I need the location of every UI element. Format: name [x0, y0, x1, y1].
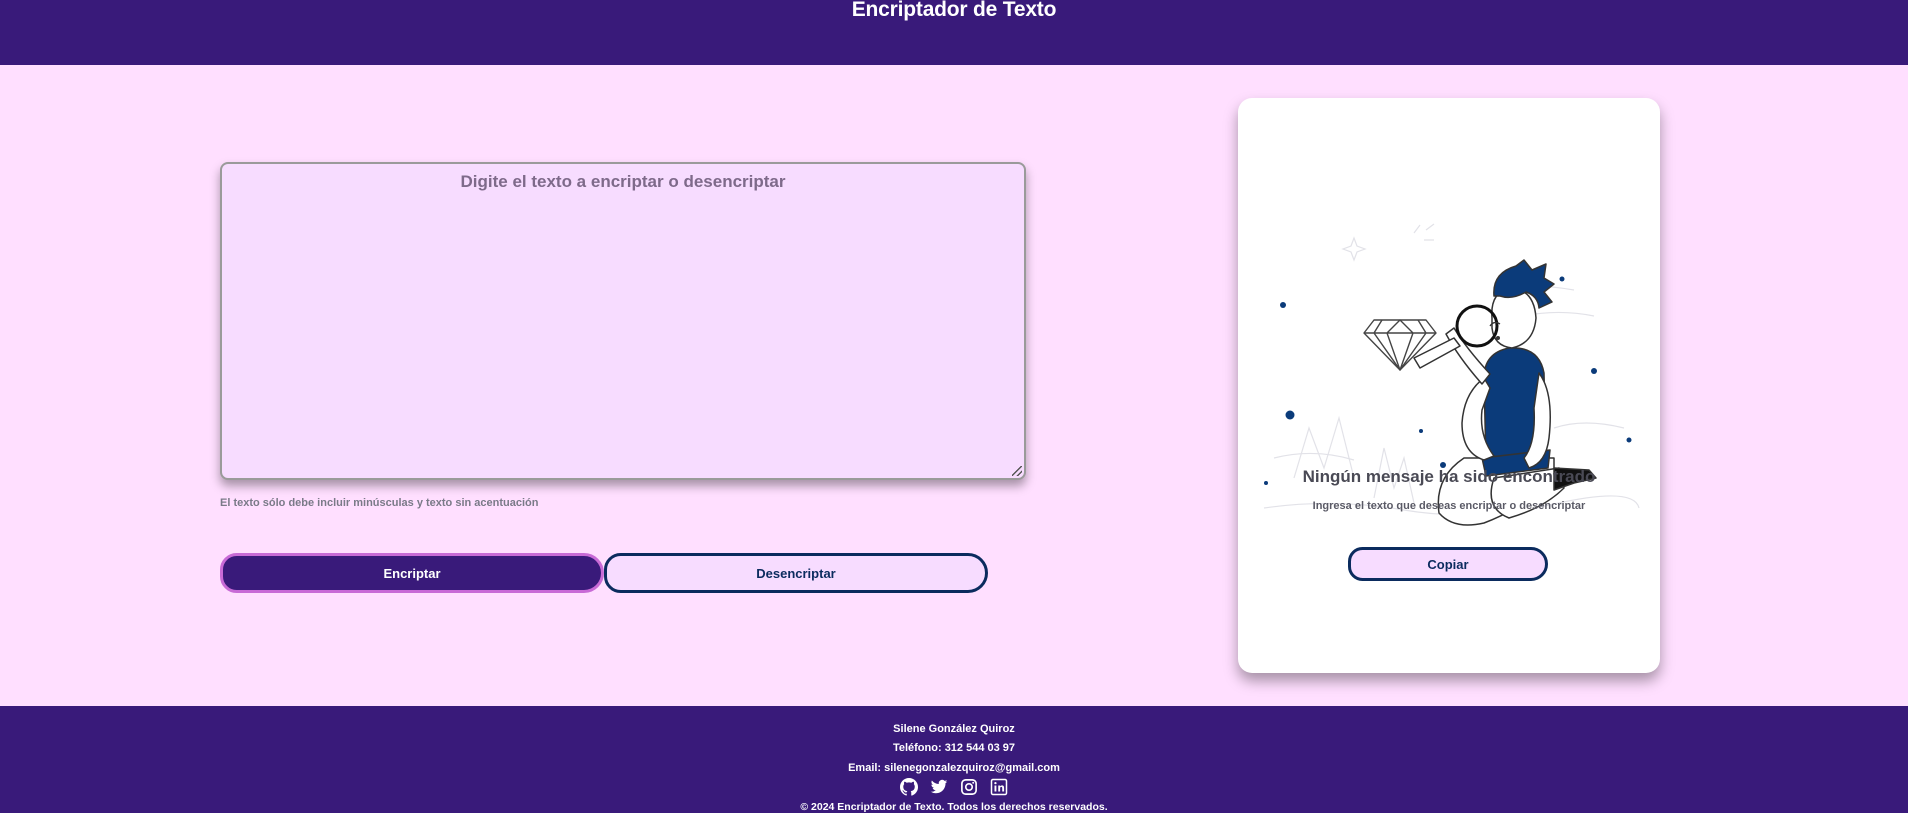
instagram-icon[interactable]: [960, 778, 978, 796]
output-title: Ningún mensaje ha sido encontrado: [1302, 467, 1596, 486]
footer-phone: Teléfono: 312 544 03 97: [892, 742, 1016, 754]
search-illustration: [1263, 223, 1640, 526]
github-icon[interactable]: [900, 778, 919, 796]
resize-handle[interactable]: [1012, 466, 1022, 476]
footer: Silene González Quiroz Teléfono: 312 544…: [0, 706, 1908, 813]
page-title: Encriptador de Texto: [851, 0, 1057, 21]
social-links: [0, 778, 1908, 796]
text-input-container: [220, 162, 1026, 480]
text-input[interactable]: [222, 164, 1024, 478]
linkedin-icon[interactable]: [990, 778, 1008, 796]
decrypt-button[interactable]: Desencriptar: [604, 553, 988, 593]
footer-name: Silene González Quiroz: [893, 723, 1015, 735]
copy-button[interactable]: Copiar: [1348, 547, 1548, 581]
twitter-icon[interactable]: [930, 778, 948, 796]
encrypt-button[interactable]: Encriptar: [220, 553, 604, 593]
footer-email: Email: silenegonzalezquiroz@gmail.com: [848, 762, 1060, 774]
output-card: Ningún mensaje ha sido encontrado Ingres…: [1238, 98, 1660, 673]
header: Encriptador de Texto: [0, 0, 1908, 65]
input-hint: El texto sólo debe incluir minúsculas y …: [220, 497, 539, 509]
footer-copyright: © 2024 Encriptador de Texto. Todos los d…: [800, 801, 1108, 813]
output-subtitle: Ingresa el texto que deseas encriptar o …: [1312, 500, 1586, 512]
